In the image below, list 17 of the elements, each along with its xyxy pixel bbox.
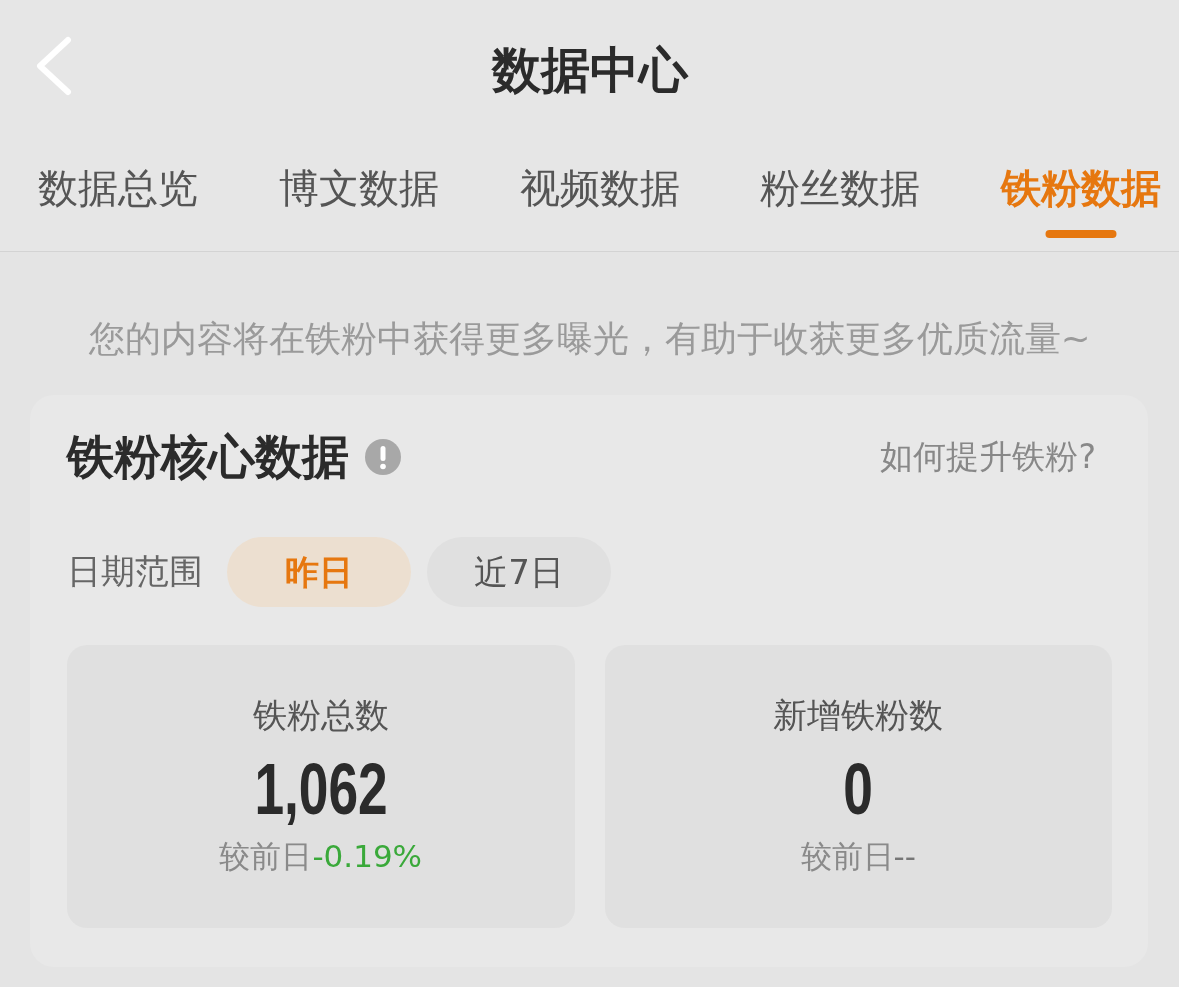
card-title: 铁粉核心数据	[67, 431, 349, 483]
tab[interactable]: 数据总览	[34, 140, 202, 251]
tab[interactable]: 视频数据	[515, 140, 684, 251]
date-range-label: 日期范围	[67, 551, 203, 593]
stat-label: 新增铁粉数	[773, 694, 944, 736]
notice-text: 您的内容将在铁粉中获得更多曝光，有助于收获更多优质流量~	[88, 318, 1091, 361]
comparison-text: 较前日--	[800, 838, 916, 876]
stat-value: 0	[843, 753, 874, 826]
comparison-text: 较前日-0.19%	[219, 838, 423, 876]
date-option-button[interactable]: 近7日	[427, 536, 611, 607]
back-button[interactable]	[34, 36, 74, 96]
tab[interactable]: 粉丝数据	[756, 140, 925, 251]
tab[interactable]: 博文数据	[274, 140, 443, 251]
exclamation-icon[interactable]	[365, 438, 401, 475]
page-title: 数据中心	[491, 45, 688, 95]
stat-value: 1,062	[254, 753, 388, 826]
stat-label: 铁粉总数	[252, 694, 389, 736]
